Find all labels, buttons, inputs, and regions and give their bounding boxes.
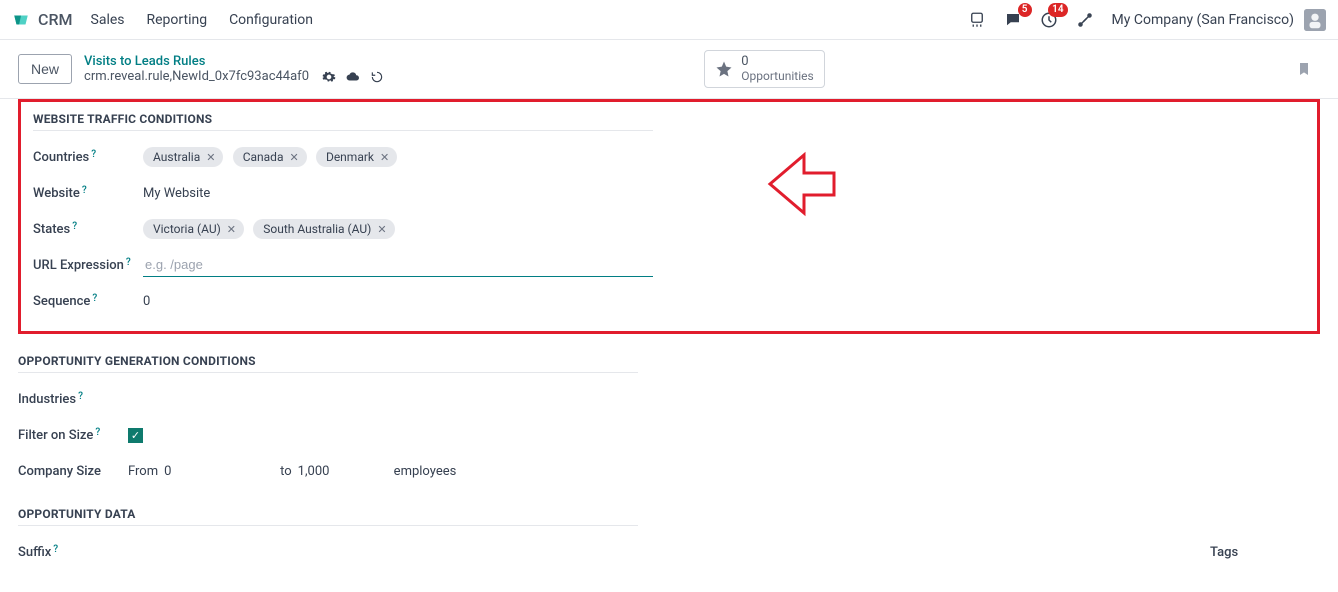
label-industries: Industries? [18,392,128,407]
tools-icon[interactable] [1072,7,1098,33]
control-panel: New Visits to Leads Rules crm.reveal.rul… [0,40,1338,99]
new-button[interactable]: New [18,54,72,84]
menu-sales[interactable]: Sales [91,12,125,28]
tag-country: Denmark✕ [316,147,397,167]
from-label: From [128,464,158,479]
bookmark-icon[interactable] [1296,60,1312,78]
remove-tag-icon[interactable]: ✕ [206,151,215,164]
employees-label: employees [394,464,457,479]
label-suffix: Suffix? [18,545,128,560]
company-size-to-input[interactable]: 1,000 [298,464,388,479]
label-states: States? [33,222,143,237]
section-title-data: OPPORTUNITY DATA [18,507,638,526]
help-icon[interactable]: ? [53,544,58,555]
help-icon[interactable]: ? [72,221,77,232]
menu-reporting[interactable]: Reporting [147,12,208,28]
help-icon[interactable]: ? [92,293,97,304]
label-website: Website? [33,186,143,201]
remove-tag-icon[interactable]: ✕ [227,223,236,236]
help-icon[interactable]: ? [78,391,83,402]
breadcrumb: Visits to Leads Rules crm.reveal.rule,Ne… [84,54,384,85]
app-name[interactable]: CRM [38,10,73,29]
tag-country: Canada✕ [233,147,307,167]
cloud-save-icon[interactable] [346,70,360,84]
form-content: WEBSITE TRAFFIC CONDITIONS Countries? Au… [0,99,1338,592]
top-navigation: CRM Sales Reporting Configuration 5 14 M… [0,0,1338,40]
help-icon[interactable]: ? [126,257,131,268]
label-filter-on-size: Filter on Size? [18,428,128,443]
tag-country: Australia✕ [143,147,223,167]
tag-state: South Australia (AU)✕ [253,219,394,239]
company-switcher[interactable]: My Company (San Francisco) [1112,12,1294,28]
discard-icon[interactable] [370,70,384,84]
url-expression-input[interactable] [143,253,653,277]
messages-badge: 5 [1018,3,1032,17]
label-countries: Countries? [33,150,143,165]
website-field[interactable]: My Website [143,186,210,201]
activities-icon[interactable]: 14 [1036,7,1062,33]
messages-icon[interactable]: 5 [1000,7,1026,33]
label-tags: Tags [1210,545,1320,560]
activities-badge: 14 [1048,3,1067,17]
phone-icon[interactable] [964,7,990,33]
label-sequence: Sequence? [33,294,143,309]
help-icon[interactable]: ? [82,185,87,196]
to-label: to [280,464,292,479]
remove-tag-icon[interactable]: ✕ [377,223,386,236]
company-size-from-input[interactable]: 0 [164,464,274,479]
label-company-size: Company Size [18,464,128,479]
gear-icon[interactable] [322,70,336,84]
arrow-annotation-icon [766,149,836,219]
countries-tags-input[interactable]: Australia✕ Canada✕ Denmark✕ [143,147,403,167]
menu-configuration[interactable]: Configuration [229,12,313,28]
help-icon[interactable]: ? [95,427,100,438]
section-title-opportunity: OPPORTUNITY GENERATION CONDITIONS [18,354,638,373]
section-title-traffic: WEBSITE TRAFFIC CONDITIONS [33,112,653,131]
stat-label: Opportunities [741,69,813,83]
states-tags-input[interactable]: Victoria (AU)✕ South Australia (AU)✕ [143,219,401,239]
stat-value: 0 [741,55,813,69]
remove-tag-icon[interactable]: ✕ [380,151,389,164]
app-logo-icon [12,11,30,29]
label-url-expression: URL Expression? [33,258,143,273]
opportunities-stat-button[interactable]: 0 Opportunities [704,50,824,88]
traffic-conditions-highlight: WEBSITE TRAFFIC CONDITIONS Countries? Au… [18,99,1320,334]
remove-tag-icon[interactable]: ✕ [289,151,298,164]
breadcrumb-parent[interactable]: Visits to Leads Rules [84,54,384,70]
user-avatar[interactable] [1304,9,1326,31]
sequence-field[interactable]: 0 [143,294,150,309]
help-icon[interactable]: ? [91,149,96,160]
tag-state: Victoria (AU)✕ [143,219,244,239]
star-icon [715,60,733,78]
filter-on-size-checkbox[interactable]: ✓ [128,428,143,443]
breadcrumb-record: crm.reveal.rule,NewId_0x7fc93ac44af0 [84,69,309,84]
